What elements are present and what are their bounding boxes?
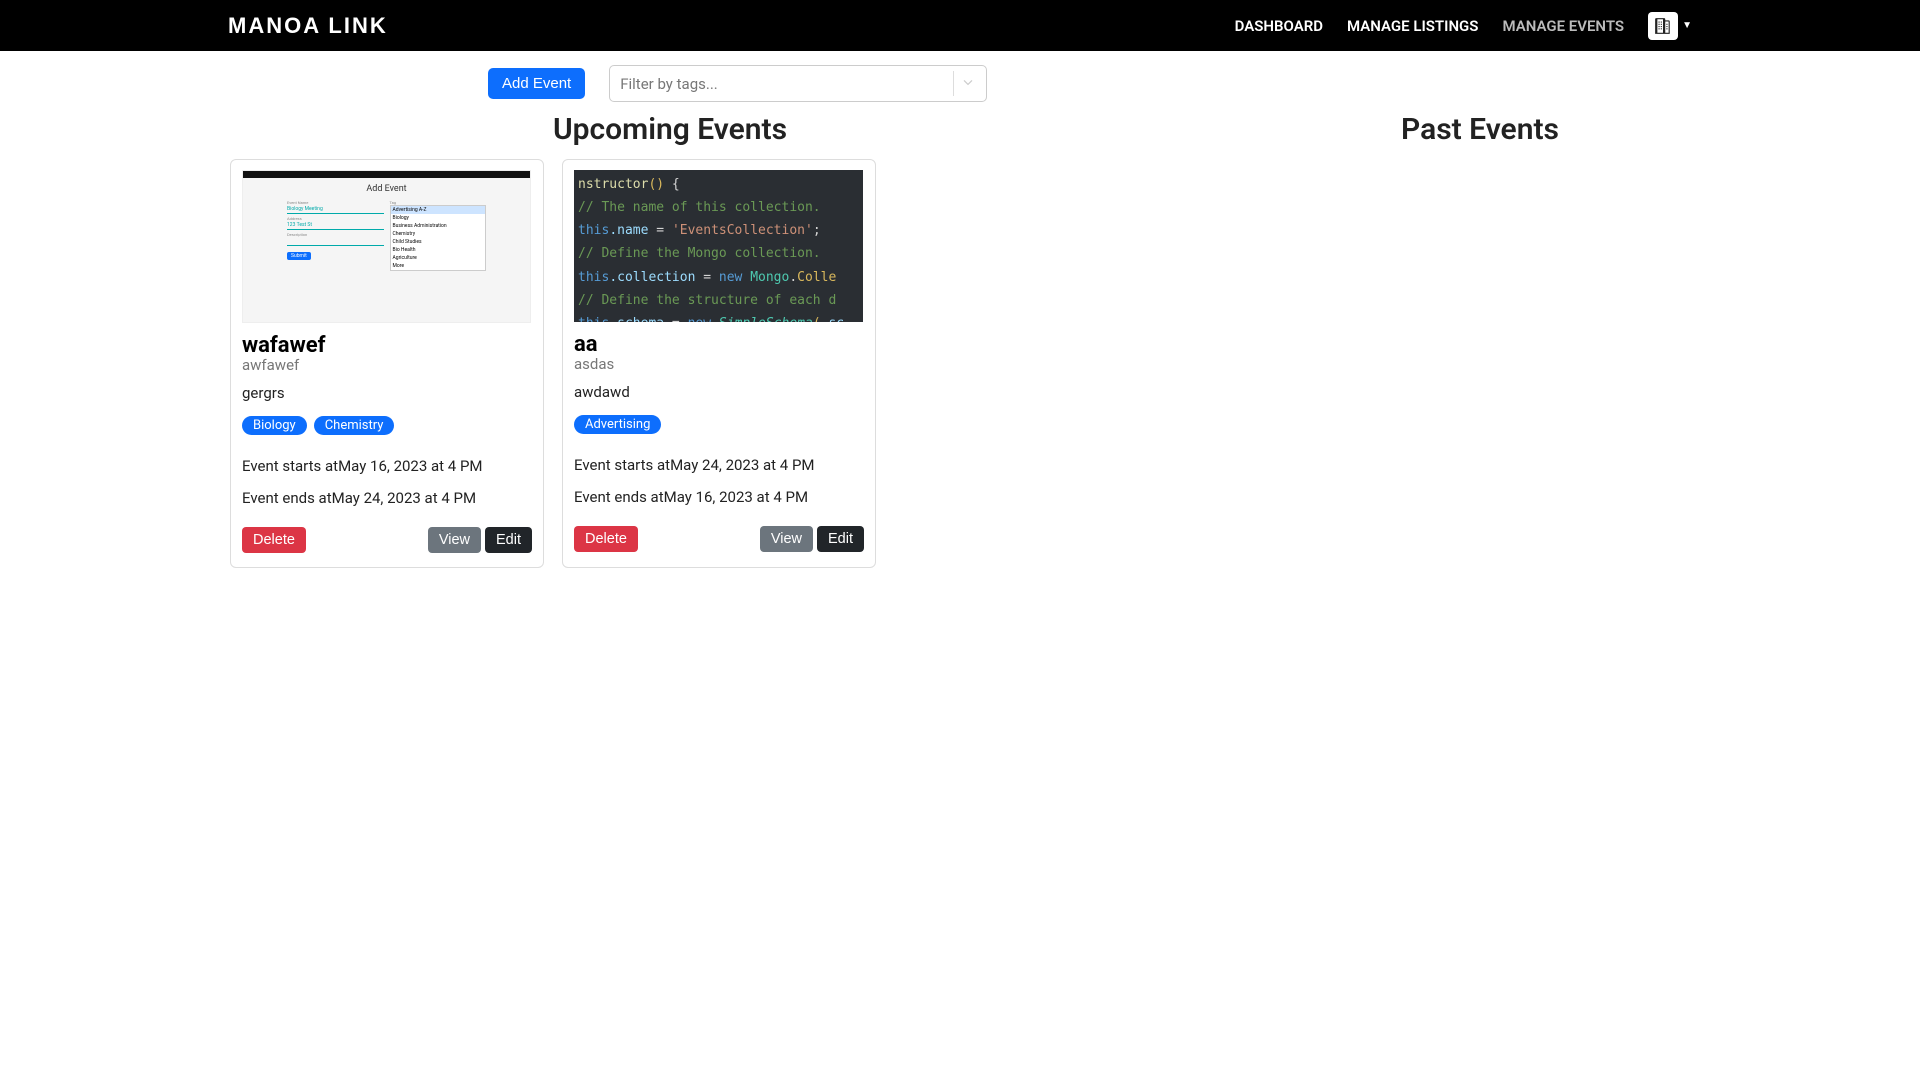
past-column: Past Events [1230,102,1730,568]
main: Upcoming Events Add Event Event Name Bio… [0,102,1920,568]
nav-dashboard[interactable]: DASHBOARD [1235,17,1323,35]
card-actions: Delete View Edit [242,527,532,553]
chevron-down-icon [960,74,976,94]
event-subtitle: asdas [574,355,864,373]
delete-button[interactable]: Delete [574,526,638,552]
tag-filter-placeholder: Filter by tags... [620,75,718,93]
edit-button[interactable]: Edit [485,527,532,553]
event-tags: Advertising [574,415,864,434]
brand-logo[interactable]: MANOA LINK [228,13,388,39]
nav-manage-listings[interactable]: MANAGE LISTINGS [1347,17,1478,35]
thumb-title: Add Event [243,178,530,200]
building-icon [1648,12,1678,40]
navbar: MANOA LINK DASHBOARD MANAGE LISTINGS MAN… [0,0,1920,51]
event-end: Event ends atMay 16, 2023 at 4 PM [574,488,864,506]
event-thumbnail: Add Event Event Name Biology Meeting Add… [242,170,531,323]
view-button[interactable]: View [760,526,813,552]
events-toolbar: Add Event Filter by tags... [488,65,1920,102]
event-thumbnail: nstructor() { // The name of this collec… [574,170,863,322]
edit-button[interactable]: Edit [817,526,864,552]
event-tags: Biology Chemistry [242,416,532,435]
tag-filter-select[interactable]: Filter by tags... [609,65,987,102]
nav-right: DASHBOARD MANAGE LISTINGS MANAGE EVENTS … [1235,12,1692,40]
event-start: Event starts atMay 16, 2023 at 4 PM [242,457,532,475]
tag-pill[interactable]: Chemistry [314,416,395,435]
tag-pill[interactable]: Biology [242,416,307,435]
upcoming-title: Upcoming Events [230,112,1110,147]
view-button[interactable]: View [428,527,481,553]
past-title: Past Events [1230,112,1730,147]
event-description: awdawd [574,383,864,401]
event-subtitle: awfawef [242,356,532,374]
event-end: Event ends atMay 24, 2023 at 4 PM [242,489,532,507]
add-event-button[interactable]: Add Event [488,68,585,99]
event-start: Event starts atMay 24, 2023 at 4 PM [574,456,864,474]
user-menu[interactable]: ▼ [1648,12,1692,40]
event-title: aa [574,332,864,357]
event-card: Add Event Event Name Biology Meeting Add… [230,159,544,568]
upcoming-column: Upcoming Events Add Event Event Name Bio… [230,102,1110,568]
nav-manage-events[interactable]: MANAGE EVENTS [1502,17,1624,35]
upcoming-cards: Add Event Event Name Biology Meeting Add… [230,159,1110,568]
event-title: wafawef [242,333,532,358]
card-actions: Delete View Edit [574,526,864,552]
chevron-down-icon: ▼ [1682,20,1692,31]
tag-pill[interactable]: Advertising [574,415,661,434]
delete-button[interactable]: Delete [242,527,306,553]
event-description: gergrs [242,384,532,402]
select-divider [953,71,954,96]
event-card: nstructor() { // The name of this collec… [562,159,876,568]
